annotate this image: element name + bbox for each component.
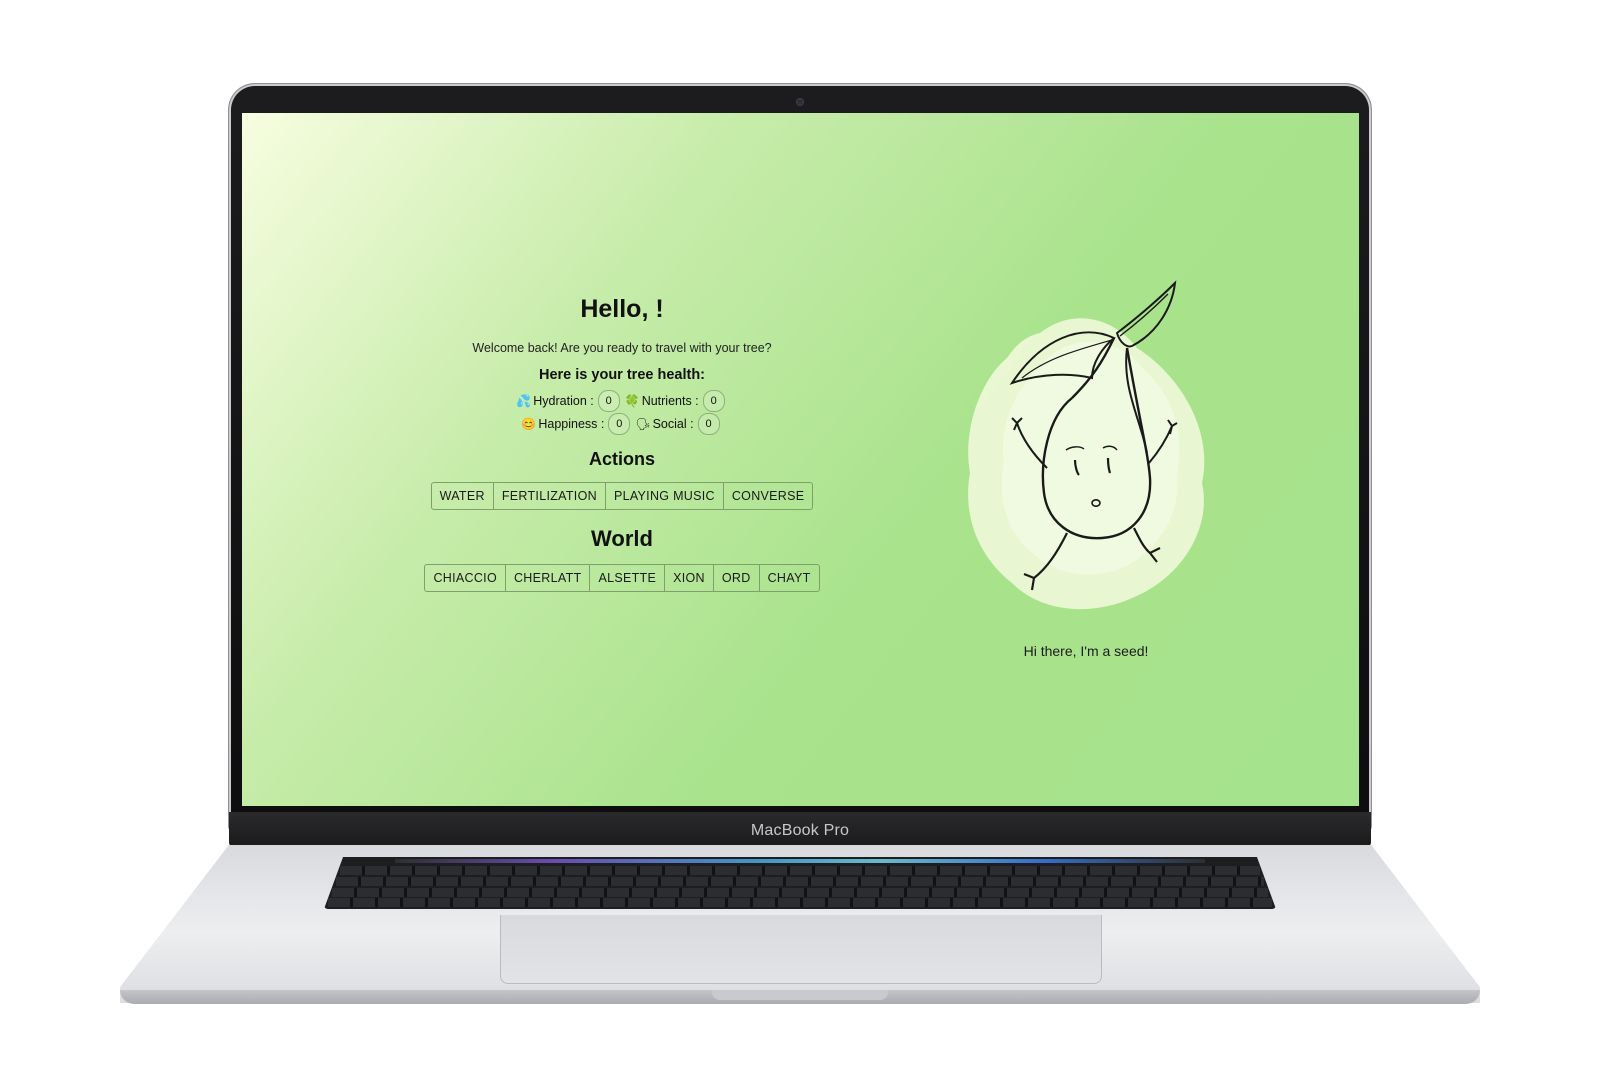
seed-caption: Hi there, I'm a seed! — [1023, 643, 1149, 659]
world-title: World — [591, 526, 653, 551]
world-chayt-button[interactable]: CHAYT — [760, 565, 819, 591]
laptop-brand-label: MacBook Pro — [750, 822, 850, 839]
droplets-icon: 💦 — [516, 394, 532, 408]
smile-icon: 😊 — [521, 417, 537, 431]
hydration-badge: 0 — [597, 390, 620, 412]
app-screen: Hello, ! Welcome back! Are you ready to … — [242, 113, 1359, 806]
laptop-deck-notch — [712, 990, 888, 1000]
tree-panel: Hello, ! Welcome back! Are you ready to … — [422, 291, 822, 592]
world-alsette-button[interactable]: ALSETTE — [590, 565, 666, 591]
keyboard-row — [332, 888, 1268, 897]
clover-icon: 🍀 — [624, 394, 640, 408]
happiness-label: Happiness : — [538, 417, 605, 431]
water-button[interactable]: WATER — [432, 483, 494, 509]
actions-title: Actions — [588, 449, 655, 469]
trackpad — [500, 915, 1102, 984]
social-badge: 0 — [697, 413, 720, 435]
world-chiaccio-button[interactable]: CHIACCIO — [425, 565, 506, 591]
actions-button-group: WATER FERTILIZATION PLAYING MUSIC CONVER… — [430, 482, 814, 510]
camera-icon — [797, 99, 803, 105]
tree-health-title: Here is your tree health: — [539, 367, 705, 383]
world-xion-button[interactable]: XION — [665, 565, 714, 591]
nutrients-label: Nutrients : — [641, 394, 699, 408]
keyboard-row — [336, 877, 1264, 886]
speaking-head-icon: 🗣 — [635, 417, 651, 431]
keyboard-row — [328, 898, 1272, 907]
converse-button[interactable]: CONVERSE — [724, 483, 813, 509]
happiness-badge: 0 — [608, 413, 631, 435]
world-ord-button[interactable]: ORD — [714, 565, 760, 591]
world-cherlatt-button[interactable]: CHERLATT — [506, 565, 591, 591]
stats-row: 😊 Happiness : 0 🗣 Social : 0 — [422, 413, 822, 435]
fertilization-button[interactable]: FERTILIZATION — [494, 483, 606, 509]
keyboard-row — [340, 866, 1260, 875]
nutrients-badge: 0 — [702, 390, 725, 412]
social-label: Social : — [652, 417, 694, 431]
greeting-heading: Hello, ! — [580, 295, 664, 323]
world-button-group: CHIACCIO CHERLATT ALSETTE XION ORD CHAYT — [424, 564, 820, 592]
playing-music-button[interactable]: PLAYING MUSIC — [606, 483, 724, 509]
seed-character-illustration — [968, 280, 1205, 610]
welcome-text: Welcome back! Are you ready to travel wi… — [472, 341, 772, 355]
stats-row: 💦 Hydration : 0 🍀 Nutrients : 0 — [422, 390, 822, 412]
hydration-label: Hydration : — [533, 394, 594, 408]
touch-bar — [395, 859, 1205, 863]
